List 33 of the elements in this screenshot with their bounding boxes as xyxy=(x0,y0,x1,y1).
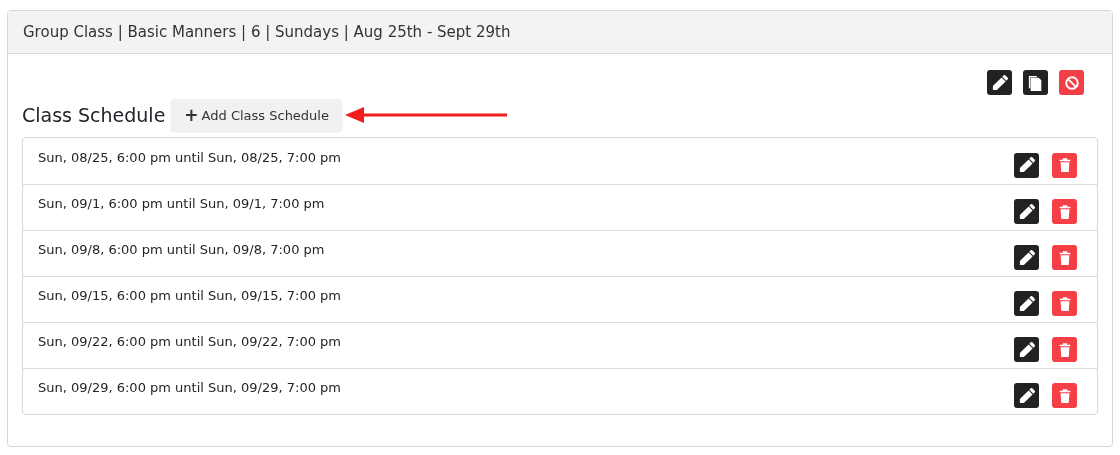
copy-button[interactable] xyxy=(1023,70,1048,95)
pencil-icon xyxy=(1018,295,1035,312)
schedule-entry: Sun, 09/15, 6:00 pm until Sun, 09/15, 7:00 pm xyxy=(38,288,341,303)
edit-button[interactable] xyxy=(1014,245,1039,270)
schedule-entry: Sun, 08/25, 6:00 pm until Sun, 08/25, 7:00 pm xyxy=(38,149,341,165)
pencil-icon xyxy=(991,74,1008,91)
edit-button[interactable] xyxy=(987,70,1012,95)
section-heading: Class Schedule xyxy=(22,104,166,126)
delete-button[interactable] xyxy=(1052,383,1077,408)
disable-button[interactable] xyxy=(1059,70,1084,95)
edit-button[interactable] xyxy=(1014,152,1039,178)
delete-button[interactable] xyxy=(1052,152,1077,178)
schedule-entry: Sun, 09/22, 6:00 pm until Sun, 09/22, 7:00 pm xyxy=(38,334,341,349)
schedule-entry: Sun, 09/8, 6:00 pm until Sun, 09/8, 7:00 pm xyxy=(38,242,325,257)
ban-icon xyxy=(1063,74,1080,91)
edit-button[interactable] xyxy=(1014,291,1039,316)
delete-button[interactable] xyxy=(1052,337,1077,362)
add-class-schedule-button[interactable]: + Add Class Schedule xyxy=(171,99,342,131)
pencil-icon xyxy=(1018,157,1035,173)
pencil-icon xyxy=(1018,341,1035,358)
schedule-entry: Sun, 09/29, 6:00 pm until Sun, 09/29, 7:00 pm xyxy=(38,380,341,395)
pencil-icon xyxy=(1018,387,1035,404)
delete-button[interactable] xyxy=(1052,199,1077,224)
edit-button[interactable] xyxy=(1014,199,1039,224)
delete-button[interactable] xyxy=(1052,245,1077,270)
panel-title: Group Class | Basic Manners | 6 | Sundays | Aug 25th - Sept 29th xyxy=(23,23,511,41)
schedule-entry: Sun, 09/1, 6:00 pm until Sun, 09/1, 7:00 pm xyxy=(38,196,325,211)
copy-icon xyxy=(1027,74,1044,91)
pencil-icon xyxy=(1018,249,1035,266)
pencil-icon xyxy=(1018,203,1035,220)
delete-button[interactable] xyxy=(1052,291,1077,316)
edit-button[interactable] xyxy=(1014,337,1039,362)
edit-button[interactable] xyxy=(1014,383,1039,408)
